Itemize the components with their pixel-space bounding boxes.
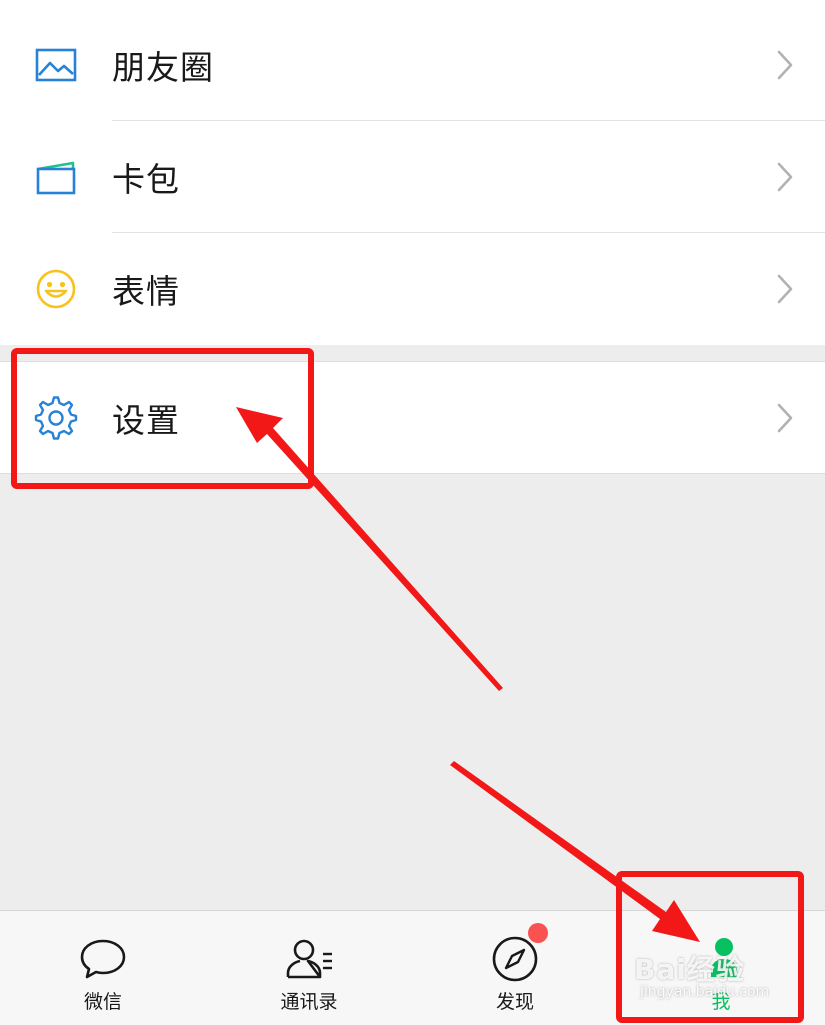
tab-chats[interactable]: 微信	[0, 911, 206, 1025]
card-wallet-icon	[33, 154, 79, 200]
chevron-right-icon	[775, 402, 795, 434]
menu-item-cards[interactable]: 卡包	[0, 121, 825, 232]
smiley-face-icon	[33, 266, 79, 312]
menu-item-settings[interactable]: 设置	[0, 362, 825, 473]
tab-discover[interactable]: 发现	[412, 911, 618, 1025]
gear-icon	[33, 395, 79, 441]
menu-item-label: 设置	[112, 400, 180, 440]
menu-group-main: 朋友圈 卡包 表情	[0, 0, 825, 345]
moments-image-icon	[33, 42, 79, 88]
menu-item-stickers[interactable]: 表情	[0, 233, 825, 344]
chevron-right-icon	[775, 273, 795, 305]
tab-label: 微信	[83, 991, 122, 1013]
menu-item-label: 表情	[112, 271, 180, 311]
notification-dot-badge	[528, 923, 548, 943]
tab-label: 发现	[495, 991, 534, 1013]
tab-contacts[interactable]: 通讯录	[206, 911, 412, 1025]
menu-item-label: 朋友圈	[112, 47, 214, 87]
menu-item-moments[interactable]: 朋友圈	[0, 9, 825, 120]
menu-group-settings: 设置	[0, 361, 825, 474]
menu-item-label: 卡包	[112, 159, 180, 199]
chevron-right-icon	[775, 49, 795, 81]
chevron-right-icon	[775, 161, 795, 193]
contacts-icon	[283, 933, 335, 985]
baidu-jingyan-watermark: Bai经验 jingyan.baidu.com	[634, 953, 770, 1000]
tab-label: 通讯录	[280, 991, 338, 1013]
chat-bubble-icon	[77, 933, 129, 985]
